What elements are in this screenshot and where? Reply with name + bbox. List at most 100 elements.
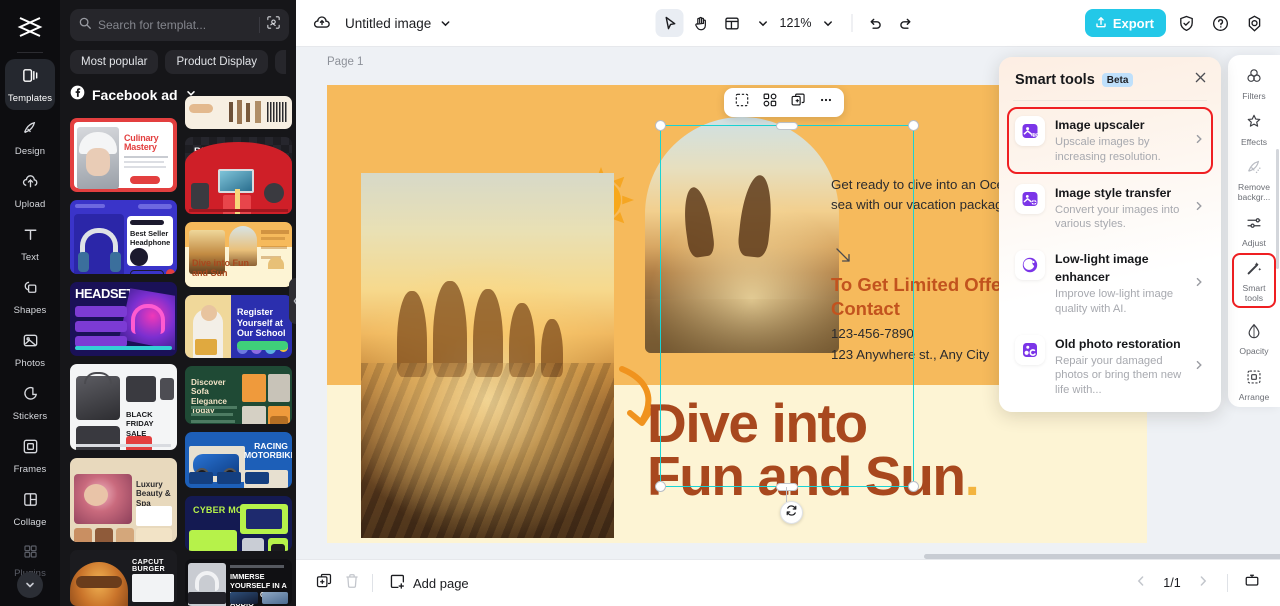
- chip-most-popular[interactable]: Most popular: [70, 50, 159, 74]
- layout-chevron-down-icon[interactable]: [749, 9, 777, 37]
- sidebar-item-text[interactable]: Text: [5, 218, 55, 269]
- poster-headline-dot: .: [964, 444, 980, 507]
- layout-tool-button[interactable]: [718, 9, 746, 37]
- sidebar-item-label: Stickers: [12, 411, 48, 422]
- thumb-title: Best Seller Headphone: [130, 229, 171, 247]
- add-page-label: Add page: [413, 575, 469, 591]
- cloud-save-icon[interactable]: [308, 9, 336, 37]
- more-button[interactable]: [813, 91, 839, 115]
- right-rail-item-adjust[interactable]: Adjust: [1232, 208, 1276, 254]
- list-item[interactable]: HEADSET: [70, 282, 177, 357]
- smart-tool-low-light-enhancer[interactable]: Low-light image enhancer Improve low-lig…: [1007, 241, 1213, 326]
- cutout-button[interactable]: [729, 91, 755, 115]
- smart-tool-image-upscaler[interactable]: 4K Image upscaler Upscale images by incr…: [1007, 107, 1213, 174]
- list-item[interactable]: Register Yourself at Our School: [185, 295, 292, 358]
- sidebar-item-upload[interactable]: Upload: [5, 165, 55, 216]
- sidebar-item-shapes[interactable]: Shapes: [5, 271, 55, 322]
- right-rail-item-arrange[interactable]: Arrange: [1232, 362, 1276, 408]
- toolbar-divider: [851, 14, 853, 32]
- sidebar-item-design[interactable]: Design: [5, 112, 55, 163]
- expand-rail-button[interactable]: [17, 572, 43, 598]
- list-item[interactable]: CYBER MONDAY: [185, 496, 292, 552]
- rotate-icon: [785, 504, 798, 522]
- beach-family-photo[interactable]: [361, 173, 614, 538]
- image-search-icon[interactable]: [266, 15, 281, 35]
- facebook-icon: [70, 85, 85, 105]
- sidebar-item-label: Collage: [13, 517, 47, 528]
- close-button[interactable]: [1193, 70, 1208, 90]
- smart-tool-name: Old photo restoration: [1055, 336, 1181, 351]
- nav-divider: [1227, 574, 1228, 592]
- capcut-logo-icon[interactable]: [10, 10, 50, 44]
- list-item[interactable]: Discover Sofa Elegance Today: [185, 365, 292, 424]
- duplicate-page-button[interactable]: [310, 569, 338, 597]
- thumb-title: Discover Sofa Elegance Today: [191, 377, 227, 416]
- beach-runners-photo[interactable]: [645, 117, 839, 353]
- list-item[interactable]: IMMERSE YOURSELF IN A WORLD OF AUDIO: [185, 559, 292, 606]
- help-circle-icon[interactable]: [1206, 9, 1234, 37]
- list-item[interactable]: CAPCUT BURGER: [70, 549, 177, 606]
- smart-tool-desc: Upscale images by increasing resolution.: [1055, 136, 1161, 163]
- search-box[interactable]: [70, 9, 289, 41]
- sidebar-item-photos[interactable]: Photos: [5, 324, 55, 375]
- smart-tools-panel: Smart tools Beta 4K Image upscaler Upsca…: [999, 57, 1221, 412]
- match-shape-button[interactable]: [757, 91, 783, 115]
- template-column-right: BLACK FRIDAY: [185, 96, 292, 606]
- export-button[interactable]: Export: [1084, 9, 1166, 37]
- smart-tool-old-photo-restoration[interactable]: Old photo restoration Repair your damage…: [1007, 326, 1213, 407]
- add-page-button[interactable]: Add page: [389, 573, 469, 593]
- right-rail-item-filters[interactable]: Filters: [1232, 61, 1276, 107]
- chip-product-display[interactable]: Product Display: [165, 50, 269, 74]
- undo-button[interactable]: [861, 9, 889, 37]
- right-rail-item-effects[interactable]: Effects: [1232, 107, 1276, 153]
- sidebar-item-frames[interactable]: Frames: [5, 430, 55, 481]
- title-chevron-down-icon[interactable]: [431, 9, 459, 37]
- present-button[interactable]: [1238, 569, 1266, 597]
- duplicate-button[interactable]: [785, 91, 811, 115]
- list-item[interactable]: BLACK FRIDAY SALE: [70, 364, 177, 450]
- next-page-button[interactable]: [1189, 569, 1217, 597]
- list-item[interactable]: RACING MOTORBIKE: [185, 431, 292, 489]
- list-item[interactable]: Best Seller Headphone: [70, 200, 177, 275]
- svg-text:4K: 4K: [1031, 133, 1038, 139]
- hand-tool-button[interactable]: [687, 9, 715, 37]
- thumb-title: BLACK FRIDAY SALE: [126, 410, 154, 438]
- add-page-icon: [389, 573, 406, 593]
- right-rail-scrollbar[interactable]: [1275, 149, 1279, 269]
- sidebar-item-templates[interactable]: Templates: [5, 59, 55, 110]
- select-tool-button[interactable]: [655, 9, 684, 37]
- list-item[interactable]: [185, 96, 292, 129]
- shield-check-icon[interactable]: [1172, 9, 1200, 37]
- beta-badge: Beta: [1101, 73, 1134, 87]
- poster-headline[interactable]: Dive into Fun and Sun.: [647, 396, 1147, 504]
- settings-gear-icon[interactable]: [1240, 9, 1268, 37]
- smart-tool-retouch[interactable]: Retouch Use retouch to enhance beauty in…: [1007, 407, 1213, 412]
- smart-tool-name: Image style transfer: [1055, 185, 1172, 200]
- search-input[interactable]: [98, 18, 253, 32]
- right-rail-item-smart-tools[interactable]: Smart tools: [1232, 253, 1276, 309]
- chip-partial[interactable]: P: [275, 50, 286, 74]
- trash-icon: [343, 572, 361, 595]
- prev-page-button[interactable]: [1127, 569, 1155, 597]
- document-title[interactable]: Untitled image: [345, 16, 431, 31]
- chevron-right-icon: [1193, 359, 1205, 374]
- zoom-chevron-down-icon[interactable]: [814, 9, 842, 37]
- delete-page-button[interactable]: [338, 569, 366, 597]
- smart-tool-image-style-transfer[interactable]: Image style transfer Convert your images…: [1007, 175, 1213, 242]
- list-item[interactable]: Luxury Beauty & Spa: [70, 457, 177, 542]
- list-item[interactable]: BLACK FRIDAY: [185, 136, 292, 215]
- redo-button[interactable]: [892, 9, 920, 37]
- list-item[interactable]: Culinary Mastery: [70, 118, 177, 193]
- right-rail-item-remove-background[interactable]: Remove backgr...: [1232, 152, 1276, 207]
- chevron-right-icon: [1193, 133, 1205, 148]
- sidebar-item-collage[interactable]: Collage: [5, 483, 55, 534]
- cutout-icon: [734, 92, 750, 113]
- left-icon-rail: Templates Design Upload Text Shapes Phot…: [0, 0, 60, 606]
- collapse-panel-handle[interactable]: [289, 278, 296, 324]
- list-item[interactable]: Dive into Fun and Sun: [185, 222, 292, 288]
- zoom-level[interactable]: 121%: [780, 16, 812, 30]
- rotate-handle[interactable]: [780, 501, 803, 524]
- style-transfer-icon: [1015, 183, 1045, 214]
- sidebar-item-stickers[interactable]: Stickers: [5, 377, 55, 428]
- right-rail-item-opacity[interactable]: Opacity: [1232, 316, 1276, 362]
